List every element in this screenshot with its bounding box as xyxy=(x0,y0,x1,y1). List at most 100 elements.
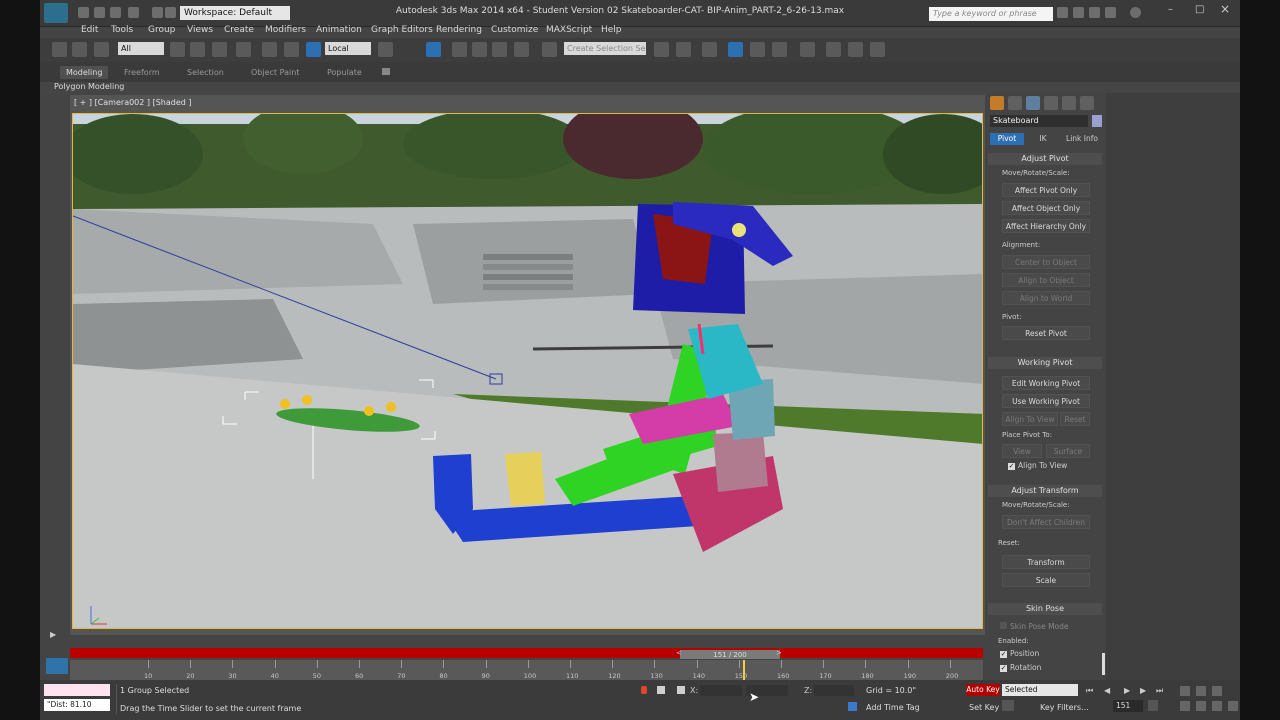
object-name-field[interactable]: Skateboard xyxy=(990,115,1088,127)
menu-graph-editors[interactable]: Graph Editors xyxy=(371,25,433,35)
select-object-icon[interactable] xyxy=(170,42,185,57)
menu-customize[interactable]: Customize xyxy=(491,25,538,35)
rotate-icon[interactable] xyxy=(284,42,299,57)
z-coordinate-field[interactable] xyxy=(814,685,854,696)
help-icon[interactable] xyxy=(1130,7,1141,18)
next-frame-icon[interactable]: ▶ xyxy=(1140,686,1146,695)
maxscript-output[interactable]: "Dist: 81.10 xyxy=(44,699,110,711)
absolute-mode-icon[interactable] xyxy=(677,686,685,694)
redo-icon[interactable] xyxy=(152,7,163,18)
tab-pivot[interactable]: Pivot xyxy=(990,133,1024,145)
play-icon[interactable]: ▶ xyxy=(1124,686,1130,695)
ribbon-tab-freeform[interactable]: Freeform xyxy=(124,68,160,77)
timeline-prev-icon[interactable]: < xyxy=(676,649,682,657)
surface-button[interactable]: Surface xyxy=(1046,444,1090,458)
rect-selection-icon[interactable] xyxy=(212,42,227,57)
x-coordinate-field[interactable] xyxy=(700,685,742,696)
affect-pivot-only-button[interactable]: Affect Pivot Only xyxy=(1002,183,1090,197)
maximize-viewport-icon[interactable] xyxy=(1228,701,1238,711)
render-setup-icon[interactable] xyxy=(826,42,841,57)
project-folder-icon[interactable] xyxy=(165,7,176,18)
modify-tab-icon[interactable] xyxy=(1008,96,1022,110)
add-time-tag[interactable]: Add Time Tag xyxy=(866,703,920,712)
align-to-world-button[interactable]: Align to World xyxy=(1002,291,1090,305)
graphite-ribbon-icon[interactable] xyxy=(728,42,743,57)
use-working-pivot-button[interactable]: Use Working Pivot xyxy=(1002,394,1090,408)
rollout-skin-pose[interactable]: Skin Pose xyxy=(988,603,1102,615)
view-button[interactable]: View xyxy=(1002,444,1042,458)
reset-pivot-button[interactable]: Reset Pivot xyxy=(1002,326,1090,340)
spinner-snap-icon[interactable] xyxy=(514,42,529,57)
set-key-button[interactable]: Set Key xyxy=(969,703,999,712)
align-to-object-button[interactable]: Align to Object xyxy=(1002,273,1090,287)
pan-icon[interactable] xyxy=(1196,701,1206,711)
link-icon[interactable] xyxy=(52,42,67,57)
undo-icon[interactable] xyxy=(128,7,139,18)
window-crossing-icon[interactable] xyxy=(236,42,251,57)
menu-maxscript[interactable]: MAXScript xyxy=(546,25,592,35)
curve-editor-icon[interactable] xyxy=(750,42,765,57)
utilities-tab-icon[interactable] xyxy=(1080,96,1094,110)
current-frame-marker[interactable] xyxy=(743,660,746,680)
unlink-icon[interactable] xyxy=(72,42,87,57)
prev-frame-icon[interactable]: ◀ xyxy=(1104,686,1110,695)
command-panel-scrollbar[interactable] xyxy=(1102,653,1105,675)
communication-icon[interactable] xyxy=(1089,7,1100,18)
orbit-icon[interactable] xyxy=(1212,701,1222,711)
move-icon[interactable] xyxy=(262,42,277,57)
mirror-icon[interactable] xyxy=(654,42,669,57)
angle-snap-icon[interactable] xyxy=(472,42,487,57)
lock-icon[interactable] xyxy=(657,686,665,694)
scale-icon[interactable] xyxy=(306,42,321,57)
go-to-start-icon[interactable]: ⏮ xyxy=(1086,686,1093,696)
position-checkbox[interactable]: ✓ Position xyxy=(1000,649,1039,658)
pivot-center-icon[interactable] xyxy=(378,42,393,57)
render-production-icon[interactable] xyxy=(870,42,885,57)
camera-viewport[interactable] xyxy=(72,113,983,629)
set-key-icon[interactable] xyxy=(1002,700,1014,711)
edit-named-selection-icon[interactable] xyxy=(542,42,557,57)
named-selection-set-select[interactable]: Create Selection Se xyxy=(564,42,646,55)
motion-tab-icon[interactable] xyxy=(1044,96,1058,110)
align-icon[interactable] xyxy=(676,42,691,57)
search-input[interactable]: Type a keyword or phrase xyxy=(929,7,1053,21)
rollout-adjust-pivot[interactable]: Adjust Pivot xyxy=(988,153,1102,165)
close-icon[interactable]: × xyxy=(1220,2,1230,16)
binoculars-icon[interactable] xyxy=(1057,7,1068,18)
select-manipulate-icon[interactable] xyxy=(426,42,441,57)
workspace-select[interactable]: Workspace: Default xyxy=(180,6,290,20)
center-to-object-button[interactable]: Center to Object xyxy=(1002,255,1090,269)
menu-group[interactable]: Group xyxy=(148,25,175,35)
select-by-name-icon[interactable] xyxy=(190,42,205,57)
snaps-toggle-icon[interactable] xyxy=(452,42,467,57)
create-tab-icon[interactable] xyxy=(990,96,1004,110)
new-file-icon[interactable] xyxy=(78,7,89,18)
zoom-all-icon[interactable] xyxy=(1196,686,1206,696)
percent-snap-icon[interactable] xyxy=(492,42,507,57)
ribbon-options-icon[interactable] xyxy=(382,68,390,75)
timeline-expand-icon[interactable]: ▶ xyxy=(50,630,56,639)
affect-object-only-button[interactable]: Affect Object Only xyxy=(1002,201,1090,215)
favorites-icon[interactable] xyxy=(1105,7,1116,18)
isolate-icon[interactable] xyxy=(641,686,647,694)
reset-working-pivot-button[interactable]: Reset xyxy=(1060,412,1090,426)
menu-tools[interactable]: Tools xyxy=(111,25,133,35)
maxscript-listener-input[interactable] xyxy=(44,684,110,696)
hierarchy-tab-icon[interactable] xyxy=(1026,96,1040,110)
selection-filter-select[interactable]: All xyxy=(118,42,164,55)
track-bar[interactable]: 10 20 30 40 50 60 70 80 90 100 110 120 130 140 150 160 1… xyxy=(70,660,983,680)
menu-edit[interactable]: Edit xyxy=(81,25,98,35)
current-frame-field[interactable]: 151 xyxy=(1113,700,1143,712)
bind-spacewarp-icon[interactable] xyxy=(94,42,109,57)
rendered-frame-icon[interactable] xyxy=(848,42,863,57)
time-slider[interactable]: 151 / 200 xyxy=(680,650,780,660)
zoom-icon[interactable] xyxy=(1180,686,1190,696)
menu-create[interactable]: Create xyxy=(224,25,254,35)
field-of-view-icon[interactable] xyxy=(1180,701,1190,711)
ribbon-tab-object-paint[interactable]: Object Paint xyxy=(251,68,299,77)
scale-button[interactable]: Scale xyxy=(1002,573,1090,587)
time-config-icon[interactable] xyxy=(1148,700,1158,711)
menu-help[interactable]: Help xyxy=(601,25,622,35)
ribbon-tab-modeling[interactable]: Modeling xyxy=(60,66,109,79)
key-mode-select[interactable]: Selected xyxy=(1002,684,1078,696)
